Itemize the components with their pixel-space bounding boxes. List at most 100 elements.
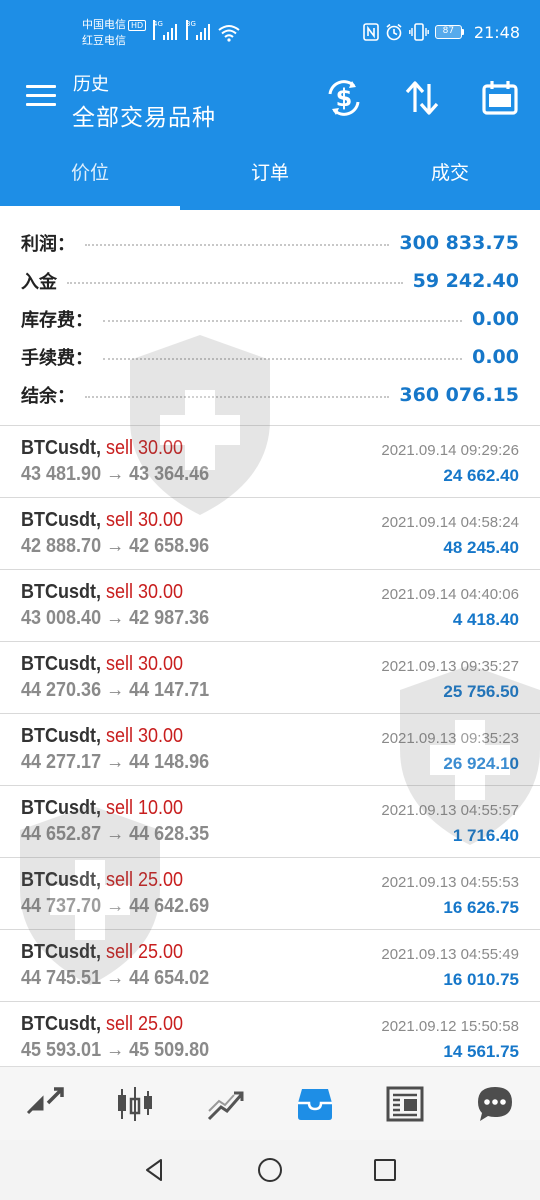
- deal-symbol: BTCusdt,: [21, 1013, 102, 1035]
- deal-profit: 48 245.40: [443, 538, 519, 557]
- list-item[interactable]: BTCusdt, sell 10.00 44 652.87 → 44 628.3…: [0, 785, 540, 857]
- deal-close-price: 44 147.71: [129, 679, 210, 701]
- deal-profit: 24 662.40: [443, 466, 519, 485]
- arrow-icon: →: [106, 463, 125, 485]
- page-title[interactable]: 全部交易品种: [72, 98, 216, 132]
- nav-chat[interactable]: [450, 1067, 540, 1140]
- home-icon[interactable]: [255, 1155, 285, 1185]
- summary-value: 300 833.75: [399, 232, 519, 254]
- nav-history[interactable]: [270, 1067, 360, 1140]
- history-icon: [298, 1088, 332, 1120]
- summary-label: 结余：: [21, 386, 75, 407]
- arrow-icon: →: [106, 751, 125, 773]
- news-icon: [386, 1086, 424, 1121]
- signal-2-icon: 3G: [186, 20, 212, 40]
- dotted-leader: [67, 278, 403, 284]
- deal-profit: 26 924.10: [443, 754, 519, 773]
- battery-icon: 87: [434, 25, 464, 39]
- deal-side: sell 10.00: [106, 797, 184, 819]
- deal-time: 2021.09.13 09:35:27: [381, 658, 519, 675]
- nav-chart[interactable]: [90, 1067, 180, 1140]
- deal-time: 2021.09.13 09:35:23: [381, 730, 519, 747]
- deal-close-price: 42 658.96: [129, 535, 210, 557]
- menu-icon[interactable]: [26, 85, 56, 109]
- calendar-icon[interactable]: [480, 78, 520, 118]
- deal-symbol-line: BTCusdt, sell 25.00: [21, 869, 183, 892]
- status-bar: 中国电信 HD 红豆电信 4G 3G 87 21:48: [0, 0, 540, 60]
- deal-symbol: BTCusdt,: [21, 869, 102, 891]
- nav-trade[interactable]: [180, 1067, 270, 1140]
- deal-symbol-line: BTCusdt, sell 30.00: [21, 725, 183, 748]
- deal-profit: 14 561.75: [443, 1042, 519, 1061]
- signal-1-icon: 4G: [153, 20, 179, 40]
- deal-side: sell 30.00: [106, 725, 184, 747]
- account-summary: 利润： 300 833.75 入金 59 242.40 库存费： 0.00 手续…: [0, 224, 540, 414]
- list-item[interactable]: BTCusdt, sell 30.00 44 270.36 → 44 147.7…: [0, 641, 540, 713]
- deal-time: 2021.09.14 04:58:24: [381, 514, 519, 531]
- summary-value: 0.00: [472, 346, 519, 368]
- deal-time: 2021.09.13 04:55:57: [381, 802, 519, 819]
- deal-open-price: 44 745.51: [21, 967, 102, 989]
- deal-prices: 44 737.70 → 44 642.69: [21, 895, 209, 918]
- tab-positions[interactable]: 价位: [0, 138, 180, 210]
- deal-profit: 4 418.40: [452, 610, 519, 629]
- network-1-label: 4G: [153, 20, 163, 40]
- deal-prices: 43 481.90 → 43 364.46: [21, 463, 209, 486]
- list-item[interactable]: BTCusdt, sell 30.00 43 008.40 → 42 987.3…: [0, 569, 540, 641]
- carrier-2-label: 红豆电信: [82, 34, 126, 47]
- sort-icon[interactable]: [402, 78, 442, 118]
- svg-text:$: $: [336, 84, 353, 112]
- chat-icon: [478, 1086, 512, 1121]
- deal-symbol-line: BTCusdt, sell 25.00: [21, 1013, 183, 1036]
- arrow-icon: →: [106, 679, 125, 701]
- summary-row-commission: 手续费： 0.00: [0, 338, 540, 376]
- deal-time: 2021.09.12 15:50:58: [381, 1018, 519, 1035]
- deal-open-price: 44 277.17: [21, 751, 102, 773]
- bottom-nav: [0, 1066, 540, 1140]
- app-header: 中国电信 HD 红豆电信 4G 3G 87 21:48 历史 全部交易品种 $: [0, 0, 540, 138]
- recents-icon[interactable]: [370, 1155, 400, 1185]
- list-item[interactable]: BTCusdt, sell 30.00 42 888.70 → 42 658.9…: [0, 497, 540, 569]
- back-icon[interactable]: [139, 1155, 169, 1185]
- deal-open-price: 44 737.70: [21, 895, 102, 917]
- list-item[interactable]: BTCusdt, sell 30.00 43 481.90 → 43 364.4…: [0, 425, 540, 497]
- currency-exchange-icon[interactable]: $: [324, 78, 364, 118]
- hd-badge: HD: [128, 20, 147, 31]
- carrier-info: 中国电信 HD 红豆电信: [82, 17, 147, 49]
- deal-prices: 42 888.70 → 42 658.96: [21, 535, 209, 558]
- list-item[interactable]: BTCusdt, sell 25.00 44 745.51 → 44 654.0…: [0, 929, 540, 1001]
- summary-row-profit: 利润： 300 833.75: [0, 224, 540, 262]
- deal-symbol-line: BTCusdt, sell 30.00: [21, 581, 183, 604]
- deal-side: sell 30.00: [106, 437, 184, 459]
- deal-prices: 44 652.87 → 44 628.35: [21, 823, 209, 846]
- wifi-icon: [218, 25, 240, 42]
- summary-row-deposit: 入金 59 242.40: [0, 262, 540, 300]
- summary-row-balance: 结余： 360 076.15: [0, 376, 540, 414]
- deal-side: sell 30.00: [106, 653, 184, 675]
- alarm-icon: [386, 23, 402, 41]
- deal-close-price: 44 654.02: [129, 967, 210, 989]
- tab-deals[interactable]: 成交: [360, 138, 540, 210]
- deal-profit: 1 716.40: [452, 826, 519, 845]
- dotted-leader: [103, 354, 463, 360]
- deal-close-price: 44 628.35: [129, 823, 210, 845]
- deal-open-price: 43 008.40: [21, 607, 102, 629]
- list-item[interactable]: BTCusdt, sell 25.00 44 737.70 → 44 642.6…: [0, 857, 540, 929]
- deal-symbol: BTCusdt,: [21, 509, 102, 531]
- deal-open-price: 43 481.90: [21, 463, 102, 485]
- deal-profit: 16 626.75: [443, 898, 519, 917]
- tab-orders[interactable]: 订单: [180, 138, 360, 210]
- list-item[interactable]: BTCusdt, sell 25.00 45 593.01 → 45 509.8…: [0, 1001, 540, 1073]
- deal-side: sell 30.00: [106, 581, 184, 603]
- list-item[interactable]: BTCusdt, sell 30.00 44 277.17 → 44 148.9…: [0, 713, 540, 785]
- chart-icon: [118, 1086, 152, 1121]
- nav-quotes[interactable]: [0, 1067, 90, 1140]
- arrow-icon: →: [106, 823, 125, 845]
- deal-close-price: 43 364.46: [129, 463, 210, 485]
- deal-side: sell 25.00: [106, 1013, 184, 1035]
- carrier-1-label: 中国电信: [82, 18, 126, 31]
- trade-icon: [207, 1091, 244, 1120]
- deal-symbol-line: BTCusdt, sell 10.00: [21, 797, 183, 820]
- nav-news[interactable]: [360, 1067, 450, 1140]
- deal-prices: 45 593.01 → 45 509.80: [21, 1039, 209, 1062]
